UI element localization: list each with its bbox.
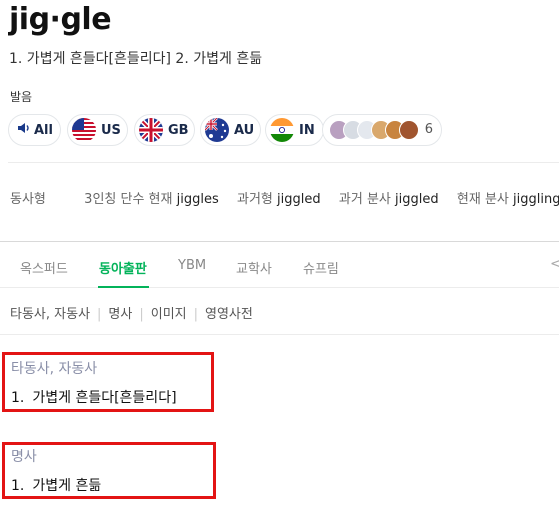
separator: | <box>139 307 144 322</box>
subnav-item-noun[interactable]: 명사 <box>108 307 132 322</box>
part-of-speech-label: 명사 <box>11 449 37 465</box>
uk-flag-icon <box>139 118 163 142</box>
user-avatar-icon <box>399 120 419 140</box>
headword: jig·gle <box>9 2 112 37</box>
verb-form-value[interactable]: jiggling <box>513 192 559 207</box>
pronounce-gb-label: GB <box>168 122 189 138</box>
pronounce-au-button[interactable]: AU <box>200 114 261 146</box>
part-of-speech-label: 타동사, 자동사 <box>11 361 98 377</box>
section-subnav: 타동사, 자동사 | 명사 | 이미지 | 영영사전 <box>10 303 253 322</box>
user-pronunciation-count: 6 <box>424 122 433 137</box>
verb-forms: 동사형 3인칭 단수 현재 jiggles 과거형 jiggled 과거 분사 … <box>10 188 559 207</box>
subnav-item-verb[interactable]: 타동사, 자동사 <box>10 307 90 322</box>
verb-form-label: 과거형 <box>237 192 273 207</box>
pronounce-us-button[interactable]: US <box>67 114 128 146</box>
subnav-item-english-dictionary[interactable]: 영영사전 <box>205 307 253 322</box>
australia-flag-icon <box>205 118 229 142</box>
pronounce-us-label: US <box>101 122 121 138</box>
india-flag-icon <box>270 118 294 142</box>
definition: 1. 가볍게 흔듦 <box>11 475 101 495</box>
verb-form-label: 현재 분사 <box>456 192 509 207</box>
definition-text: 가볍게 흔듦 <box>32 478 102 494</box>
meaning-summary: 1. 가볍게 흔들다[흔들리다] 2. 가볍게 흔듦 <box>9 51 263 67</box>
verb-form-label: 과거 분사 <box>338 192 391 207</box>
verb-form-label: 3인칭 단수 현재 <box>84 192 173 207</box>
verb-forms-label: 동사형 <box>10 192 46 207</box>
tab-kyohaksa[interactable]: 교학사 <box>236 258 272 277</box>
verb-form-value[interactable]: jiggles <box>177 192 219 207</box>
user-pronunciations-button[interactable]: 6 <box>322 114 442 146</box>
tab-ybm[interactable]: YBM <box>178 258 206 273</box>
separator: | <box>97 307 102 322</box>
dictionary-tabs: 옥스퍼드 동아출판 YBM 교학사 슈프림 < <box>0 242 559 288</box>
divider <box>8 162 559 163</box>
definition-text: 가볍게 흔들다[흔들리다] <box>32 390 177 406</box>
us-flag-icon <box>72 118 96 142</box>
tab-supreme[interactable]: 슈프림 <box>303 258 339 277</box>
divider <box>0 334 559 335</box>
tab-scroll-left-icon[interactable]: < <box>550 256 559 272</box>
pronunciation-label: 발음 <box>10 90 33 104</box>
pronounce-in-label: IN <box>299 122 315 138</box>
subnav-item-images[interactable]: 이미지 <box>151 307 187 322</box>
definition-number: 1. <box>11 390 25 406</box>
tab-oxford[interactable]: 옥스퍼드 <box>20 258 68 277</box>
separator: | <box>193 307 199 322</box>
definition-number: 1. <box>11 478 25 494</box>
tab-donga[interactable]: 동아출판 <box>99 258 147 277</box>
pronounce-in-button[interactable]: IN <box>265 114 324 146</box>
verb-form-value[interactable]: jiggled <box>395 192 439 207</box>
pronounce-au-label: AU <box>234 122 255 138</box>
verb-form-value[interactable]: jiggled <box>277 192 321 207</box>
speaker-icon <box>17 122 31 138</box>
pronounce-gb-button[interactable]: GB <box>134 114 195 146</box>
definition: 1. 가볍게 흔들다[흔들리다] <box>11 387 177 407</box>
active-tab-indicator <box>98 286 149 288</box>
pronounce-all-button[interactable]: All <box>8 114 61 146</box>
pronounce-all-label: All <box>34 122 53 138</box>
